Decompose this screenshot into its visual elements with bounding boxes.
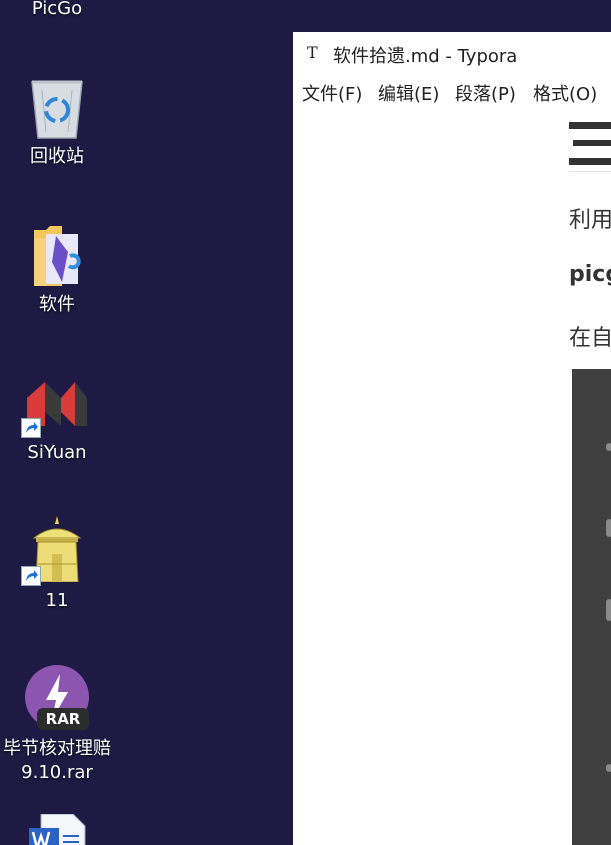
menu-format[interactable]: 格式(O) [533, 80, 597, 106]
shortcut-arrow-icon [21, 566, 41, 586]
desktop-icon-picgo[interactable]: PicGo [0, 0, 114, 24]
desktop-icon-11[interactable]: 11 [0, 516, 114, 616]
code-line-mark [606, 519, 611, 537]
menu-bar: 文件(F) 编辑(E) 段落(P) 格式(O) [293, 78, 611, 108]
heading-fragment [569, 122, 611, 165]
rar-label-line2: 9.10.rar [21, 762, 93, 783]
code-line-mark [606, 443, 611, 451]
picgo-label: PicGo [31, 0, 83, 19]
folder-icon [34, 226, 81, 286]
code-line-mark [606, 599, 611, 621]
siyuan-label: SiYuan [27, 442, 87, 463]
typora-window[interactable]: T 软件拾遗.md - Typora 文件(F) 编辑(E) 段落(P) 格式(… [293, 32, 611, 845]
recycle-bin-icon [31, 80, 83, 139]
rar-label-line1: 毕节核对理赔 [3, 738, 111, 759]
window-title: 软件拾遗.md - Typora [333, 46, 518, 67]
rar-badge: RAR [37, 708, 89, 730]
word-document-icon [29, 814, 86, 845]
desktop-icon-siyuan[interactable]: SiYuan [0, 370, 114, 470]
title-bar[interactable]: T 软件拾遗.md - Typora [293, 32, 611, 74]
desktop-icon-rar-archive[interactable]: RAR 毕节核对理赔 9.10.rar [0, 664, 114, 786]
code-block[interactable] [572, 369, 611, 845]
paragraph-2: picg [569, 262, 611, 287]
code-line-mark [606, 764, 611, 772]
icon-11-label: 11 [45, 590, 69, 611]
menu-paragraph[interactable]: 段落(P) [455, 80, 516, 106]
paragraph-1: 利用 [569, 208, 611, 233]
desktop-icon-word-document[interactable] [0, 810, 114, 845]
document-area[interactable]: 利用 picg 在自 [293, 112, 611, 845]
recycle-bin-label: 回收站 [30, 146, 84, 167]
paragraph-3: 在自 [569, 326, 611, 351]
menu-edit[interactable]: 编辑(E) [378, 80, 439, 106]
menu-file[interactable]: 文件(F) [302, 80, 362, 106]
desktop-icon-software-folder[interactable]: 软件 [0, 218, 114, 323]
desktop-icon-recycle-bin[interactable]: 回收站 [0, 70, 114, 175]
shortcut-arrow-icon [21, 418, 41, 438]
heading-rule [569, 171, 611, 172]
typora-app-icon: T [307, 43, 318, 62]
software-folder-label: 软件 [39, 294, 75, 315]
